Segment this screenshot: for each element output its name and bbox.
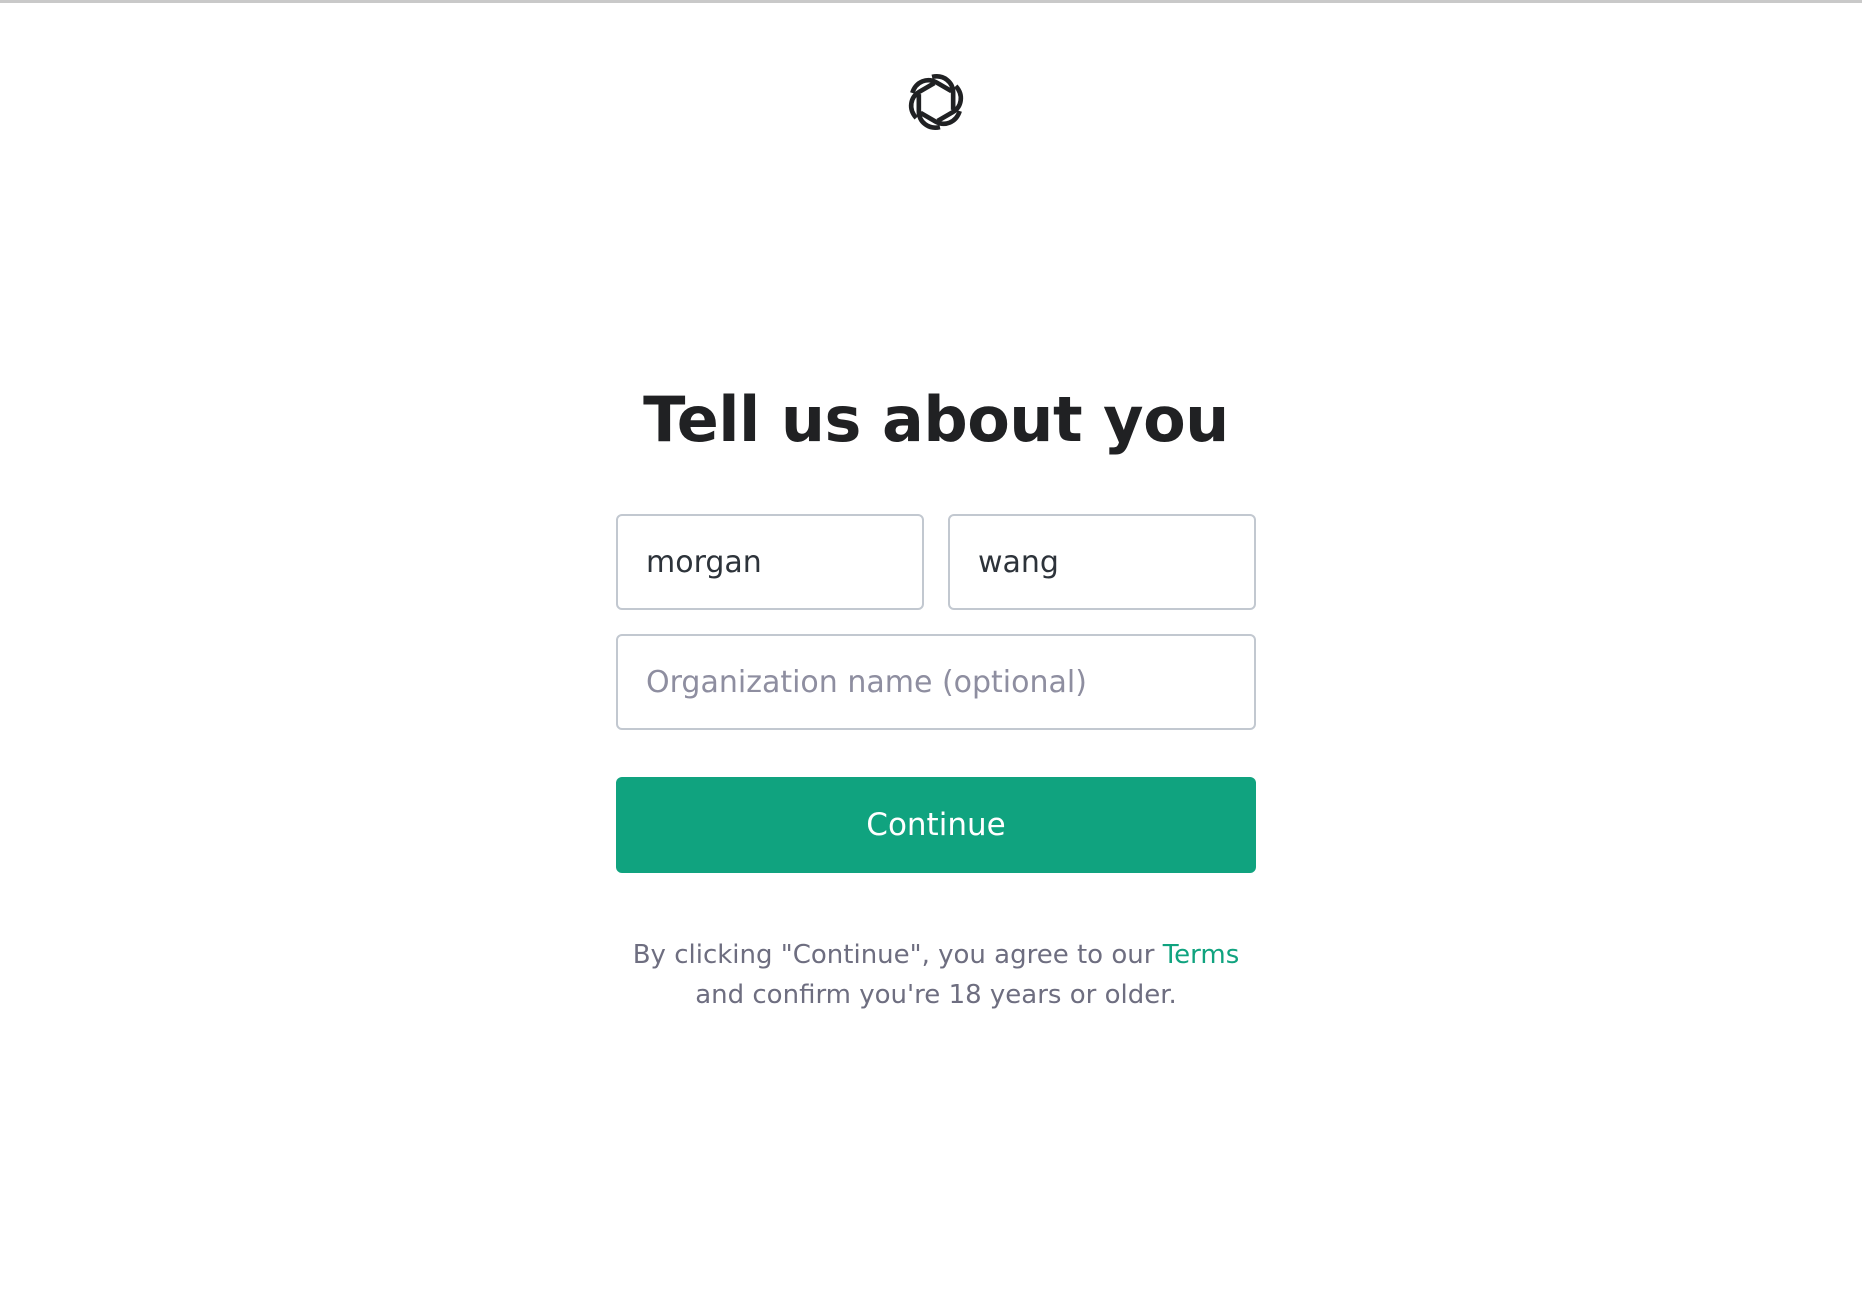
page-title: Tell us about you	[643, 383, 1229, 456]
openai-logo-icon	[903, 69, 969, 135]
organization-name-input[interactable]	[616, 634, 1256, 730]
first-name-input[interactable]	[616, 514, 924, 610]
continue-button[interactable]: Continue	[616, 777, 1256, 873]
terms-notice-prefix: By clicking "Continue", you agree to our	[632, 940, 1163, 970]
terms-notice-suffix: and confirm you're 18 years or older.	[695, 980, 1177, 1010]
signup-profile-page: Tell us about you Continue By clicking "…	[0, 0, 1862, 1314]
terms-notice: By clicking "Continue", you agree to our…	[560, 935, 1312, 1015]
terms-link[interactable]: Terms	[1163, 940, 1240, 970]
last-name-input[interactable]	[948, 514, 1256, 610]
